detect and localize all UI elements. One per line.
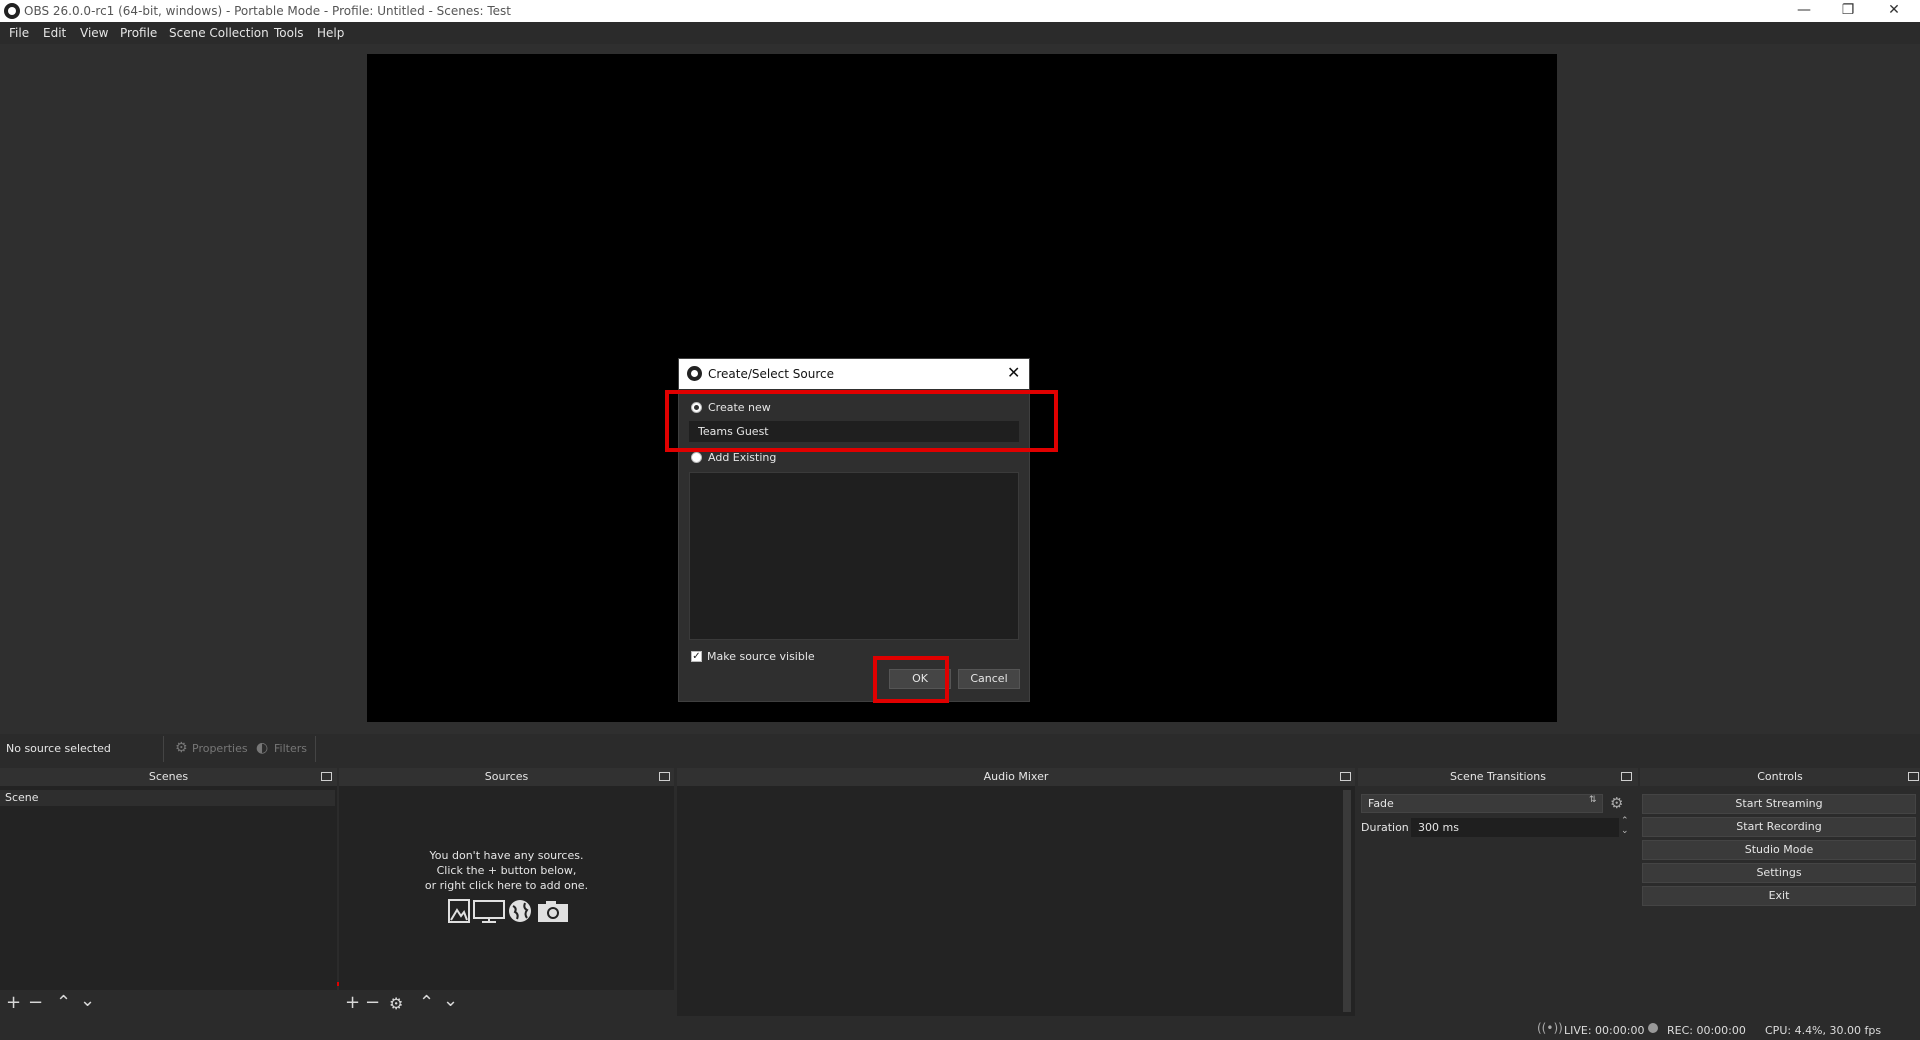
mixer-scrollbar[interactable] bbox=[1343, 790, 1351, 1012]
move-up-icon[interactable]: ⌃ bbox=[56, 994, 71, 1012]
make-visible-label: Make source visible bbox=[707, 650, 815, 663]
menu-bar: File Edit View Profile Scene Collection … bbox=[0, 22, 1920, 44]
add-existing-radio[interactable] bbox=[691, 452, 702, 463]
properties-button[interactable]: Properties bbox=[192, 742, 248, 755]
source-status: No source selected bbox=[6, 742, 111, 755]
dialog-titlebar: Create/Select Source ✕ bbox=[679, 359, 1029, 389]
live-timer: LIVE: 00:00:00 bbox=[1564, 1024, 1645, 1037]
highlight-ok-button bbox=[873, 656, 949, 703]
sources-dock: Sources You don't have any sources. Clic… bbox=[339, 768, 674, 1016]
obs-logo-icon bbox=[687, 366, 702, 381]
studio-mode-button[interactable]: Studio Mode bbox=[1642, 840, 1916, 860]
rec-dot-icon bbox=[1648, 1023, 1658, 1033]
audio-mixer-dock: Audio Mixer bbox=[677, 768, 1355, 1016]
menu-tools[interactable]: Tools bbox=[274, 26, 304, 40]
window-titlebar: OBS 26.0.0-rc1 (64-bit, windows) - Porta… bbox=[0, 0, 1920, 22]
cpu-fps-readout: CPU: 4.4%, 30.00 fps bbox=[1765, 1024, 1882, 1037]
transition-settings-icon[interactable]: ⚙ bbox=[1610, 794, 1623, 812]
duration-stepper-icon[interactable]: ⌃ ⌄ bbox=[1621, 816, 1629, 836]
filters-button[interactable]: Filters bbox=[274, 742, 307, 755]
transition-select[interactable]: Fade ⇅ bbox=[1361, 794, 1603, 813]
menu-edit[interactable]: Edit bbox=[43, 26, 66, 40]
source-type-icons bbox=[448, 899, 568, 923]
start-streaming-button[interactable]: Start Streaming bbox=[1642, 794, 1916, 814]
toolbar-divider bbox=[315, 736, 316, 762]
controls-header: Controls bbox=[1640, 768, 1920, 786]
add-existing-label: Add Existing bbox=[708, 451, 777, 464]
remove-scene-icon[interactable]: − bbox=[28, 994, 43, 1012]
source-settings-icon[interactable]: ⚙ bbox=[389, 994, 403, 1013]
close-button[interactable]: ✕ bbox=[1872, 0, 1916, 22]
menu-scene-collection[interactable]: Scene Collection bbox=[169, 26, 269, 40]
duration-input[interactable]: 300 ms bbox=[1411, 818, 1619, 837]
scene-list-label: Scene bbox=[5, 791, 39, 804]
float-dock-icon[interactable] bbox=[659, 772, 670, 781]
scene-transitions-dock: Scene Transitions Fade ⇅ ⚙ Duration 300 … bbox=[1358, 768, 1638, 1016]
duration-value: 300 ms bbox=[1418, 821, 1459, 834]
move-down-icon[interactable]: ⌄ bbox=[80, 992, 95, 1010]
menu-help[interactable]: Help bbox=[317, 26, 344, 40]
existing-sources-list[interactable] bbox=[689, 472, 1019, 640]
image-icon bbox=[448, 899, 470, 923]
empty-line-1: You don't have any sources. bbox=[429, 849, 584, 862]
filters-icon: ◐ bbox=[256, 740, 269, 756]
float-dock-icon[interactable] bbox=[321, 772, 332, 781]
duration-label: Duration bbox=[1361, 821, 1409, 834]
settings-button[interactable]: Settings bbox=[1642, 863, 1916, 883]
globe-icon bbox=[509, 900, 531, 922]
float-dock-icon[interactable] bbox=[1621, 772, 1632, 781]
exit-button[interactable]: Exit bbox=[1642, 886, 1916, 906]
monitor-icon bbox=[473, 900, 505, 923]
remove-source-icon[interactable]: − bbox=[365, 994, 380, 1012]
transition-value: Fade bbox=[1368, 797, 1394, 810]
make-visible-checkbox[interactable]: ✓ bbox=[691, 651, 702, 662]
scenes-toolbar: + − ⌃ ⌄ bbox=[0, 990, 337, 1016]
scenes-header: Scenes bbox=[0, 768, 337, 786]
empty-line-2: Click the + button below, bbox=[436, 864, 577, 877]
gear-icon: ⚙ bbox=[175, 740, 188, 756]
menu-profile[interactable]: Profile bbox=[120, 26, 157, 40]
rec-timer: REC: 00:00:00 bbox=[1667, 1024, 1746, 1037]
add-source-icon[interactable]: + bbox=[345, 994, 360, 1012]
scenes-dock: Scenes Scene + − ⌃ ⌄ bbox=[0, 768, 337, 1016]
obs-logo-icon bbox=[4, 3, 20, 19]
highlight-create-new bbox=[665, 390, 1058, 452]
menu-file[interactable]: File bbox=[9, 26, 29, 40]
minimize-button[interactable]: — bbox=[1782, 0, 1826, 22]
menu-view[interactable]: View bbox=[80, 26, 108, 40]
scene-list-item[interactable]: Scene bbox=[0, 790, 335, 806]
add-scene-icon[interactable]: + bbox=[6, 994, 21, 1012]
dialog-close-icon[interactable]: ✕ bbox=[1007, 363, 1020, 382]
dialog-title: Create/Select Source bbox=[708, 367, 834, 381]
camera-icon bbox=[538, 901, 568, 922]
sources-empty-message: You don't have any sources. Click the + … bbox=[339, 848, 674, 893]
live-signal-icon: ((•)) bbox=[1537, 1021, 1563, 1035]
move-down-icon[interactable]: ⌄ bbox=[443, 992, 458, 1010]
source-toolbar: No source selected ⚙ Properties ◐ Filter… bbox=[0, 734, 1920, 764]
float-dock-icon[interactable] bbox=[1908, 772, 1919, 781]
scene-transitions-header: Scene Transitions bbox=[1358, 768, 1638, 786]
window-title: OBS 26.0.0-rc1 (64-bit, windows) - Porta… bbox=[24, 4, 511, 18]
empty-line-3: or right click here to add one. bbox=[424, 879, 589, 892]
start-recording-button[interactable]: Start Recording bbox=[1642, 817, 1916, 837]
toolbar-divider bbox=[163, 736, 164, 762]
move-up-icon[interactable]: ⌃ bbox=[419, 994, 434, 1012]
sources-toolbar: + − ⚙ ⌃ ⌄ bbox=[339, 990, 674, 1016]
audio-mixer-header: Audio Mixer bbox=[677, 768, 1355, 786]
float-dock-icon[interactable] bbox=[1340, 772, 1351, 781]
cancel-button[interactable]: Cancel bbox=[958, 669, 1020, 689]
sources-header: Sources bbox=[339, 768, 674, 786]
select-arrows-icon: ⇅ bbox=[1589, 795, 1597, 805]
restore-button[interactable]: ❐ bbox=[1826, 0, 1870, 22]
